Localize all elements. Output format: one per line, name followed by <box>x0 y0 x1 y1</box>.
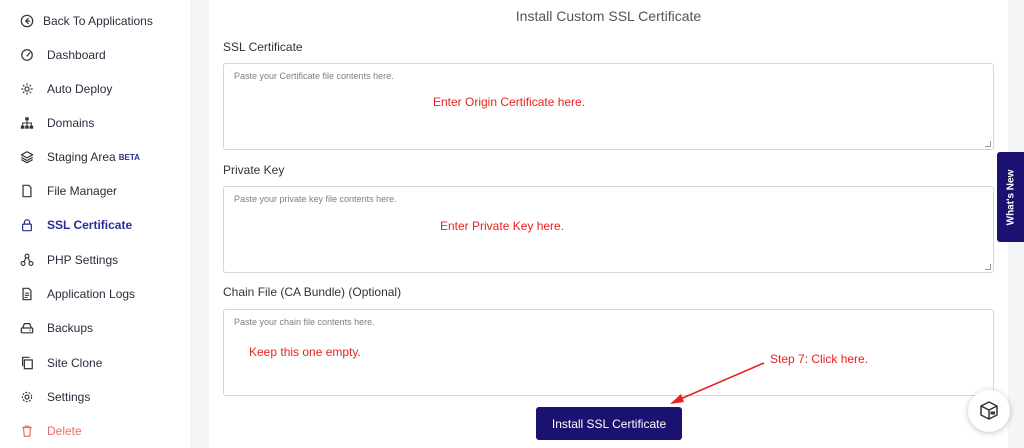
sidebar-item-delete[interactable]: Delete <box>20 420 82 442</box>
private-key-textarea[interactable]: Paste your private key file contents her… <box>223 186 994 273</box>
gauge-icon <box>20 48 34 62</box>
sidebar-item-domains[interactable]: Domains <box>20 112 94 134</box>
layers-icon <box>20 150 34 164</box>
sidebar-item-label: Dashboard <box>47 48 106 62</box>
chain-file-annotation: Keep this one empty. <box>249 345 361 359</box>
sidebar-item-backups[interactable]: Backups <box>20 317 93 339</box>
nodes-icon <box>20 253 34 267</box>
gear-icon <box>20 390 34 404</box>
main-content: Install Custom SSL Certificate SSL Certi… <box>209 0 1008 448</box>
sidebar-item-application-logs[interactable]: Application Logs <box>20 283 135 305</box>
whats-new-tab[interactable]: What's New <box>997 152 1024 242</box>
copy-icon <box>20 356 34 370</box>
sidebar-item-label: Application Logs <box>47 287 136 301</box>
sidebar-item-label: SSL Certificate <box>47 218 133 232</box>
ssl-certificate-textarea[interactable]: Paste your Certificate file contents her… <box>223 63 994 150</box>
sidebar-item-site-clone[interactable]: Site Clone <box>20 352 102 374</box>
box-icon <box>980 401 998 420</box>
sidebar-item-label: Auto Deploy <box>47 82 113 96</box>
ssl-certificate-placeholder: Paste your Certificate file contents her… <box>234 71 394 81</box>
sidebar-item-php-settings[interactable]: PHP Settings <box>20 249 118 271</box>
resize-handle-icon[interactable] <box>985 141 991 147</box>
file-icon <box>20 184 34 198</box>
install-ssl-certificate-button[interactable]: Install SSL Certificate <box>536 407 682 440</box>
chain-file-textarea[interactable]: Paste your chain file contents here. Kee… <box>223 309 994 396</box>
help-widget-button[interactable] <box>968 390 1010 432</box>
chain-file-placeholder: Paste your chain file contents here. <box>234 317 375 327</box>
whats-new-label: What's New <box>1005 169 1016 225</box>
resize-handle-icon[interactable] <box>985 264 991 270</box>
sidebar-item-ssl-certificate[interactable]: SSL Certificate <box>20 214 132 236</box>
lock-icon <box>20 218 34 232</box>
document-icon <box>20 287 34 301</box>
ssl-certificate-annotation: Enter Origin Certificate here. <box>433 95 586 109</box>
private-key-annotation: Enter Private Key here. <box>440 219 565 233</box>
sidebar-item-label: Staging Area <box>47 150 116 164</box>
annotation-arrow-icon <box>670 362 765 404</box>
back-to-applications-link[interactable]: Back To Applications <box>20 10 153 32</box>
beta-badge: BETA <box>118 152 140 162</box>
arrow-left-circle-icon <box>20 14 34 28</box>
sidebar-item-label: Site Clone <box>47 356 103 370</box>
private-key-placeholder: Paste your private key file contents her… <box>234 194 397 204</box>
sidebar-item-file-manager[interactable]: File Manager <box>20 180 117 202</box>
sidebar-item-settings[interactable]: Settings <box>20 386 90 408</box>
sidebar-item-label: Settings <box>47 390 91 404</box>
ssl-certificate-label: SSL Certificate <box>223 40 303 54</box>
page-title: Install Custom SSL Certificate <box>515 8 702 24</box>
sidebar-item-label: Domains <box>47 116 95 130</box>
chain-file-label: Chain File (CA Bundle) (Optional) <box>223 285 402 299</box>
drive-icon <box>20 321 34 335</box>
step-annotation: Step 7: Click here. <box>770 352 869 366</box>
sidebar-item-label: File Manager <box>47 184 118 198</box>
trash-icon <box>20 424 34 438</box>
gear-sync-icon <box>20 82 34 96</box>
sitemap-icon <box>20 116 34 130</box>
back-label: Back To Applications <box>43 14 153 28</box>
sidebar-item-staging-area[interactable]: Staging Area BETA <box>20 146 140 168</box>
sidebar: Back To Applications Dashboard Auto Depl… <box>0 0 190 448</box>
sidebar-item-label: PHP Settings <box>47 253 119 267</box>
sidebar-item-label: Delete <box>47 424 82 438</box>
sidebar-item-dashboard[interactable]: Dashboard <box>20 44 106 66</box>
private-key-label: Private Key <box>223 163 285 177</box>
sidebar-item-label: Backups <box>47 321 94 335</box>
sidebar-item-auto-deploy[interactable]: Auto Deploy <box>20 78 112 100</box>
